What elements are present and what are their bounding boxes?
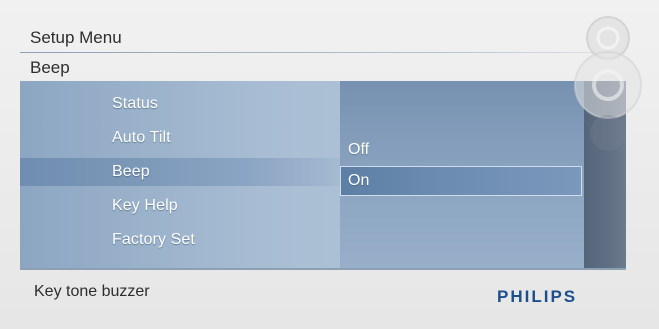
current-setting-label: Beep [30,58,70,77]
menu-item-beep[interactable]: Beep [112,163,150,181]
footer-divider [20,268,626,270]
option-on[interactable]: On [348,172,369,190]
menu-item-status[interactable]: Status [112,95,158,113]
menu-item-key-help[interactable]: Key Help [112,197,178,215]
control-buttons-icon [574,16,642,151]
menu-item-factory-set[interactable]: Factory Set [112,231,195,249]
menu-item-auto-tilt[interactable]: Auto Tilt [112,129,171,147]
option-off[interactable]: Off [348,141,369,159]
help-text: Key tone buzzer [34,283,150,300]
page-title: Setup Menu [30,28,122,47]
device-screen: Setup Menu Beep Status Auto Tilt Beep Ke… [0,0,659,329]
philips-logo: PHILIPS [497,287,578,306]
title-divider [20,52,626,53]
submenu-selection-highlight [340,166,582,196]
main-menu: Status Auto Tilt Beep Key Help Factory S… [20,81,340,268]
